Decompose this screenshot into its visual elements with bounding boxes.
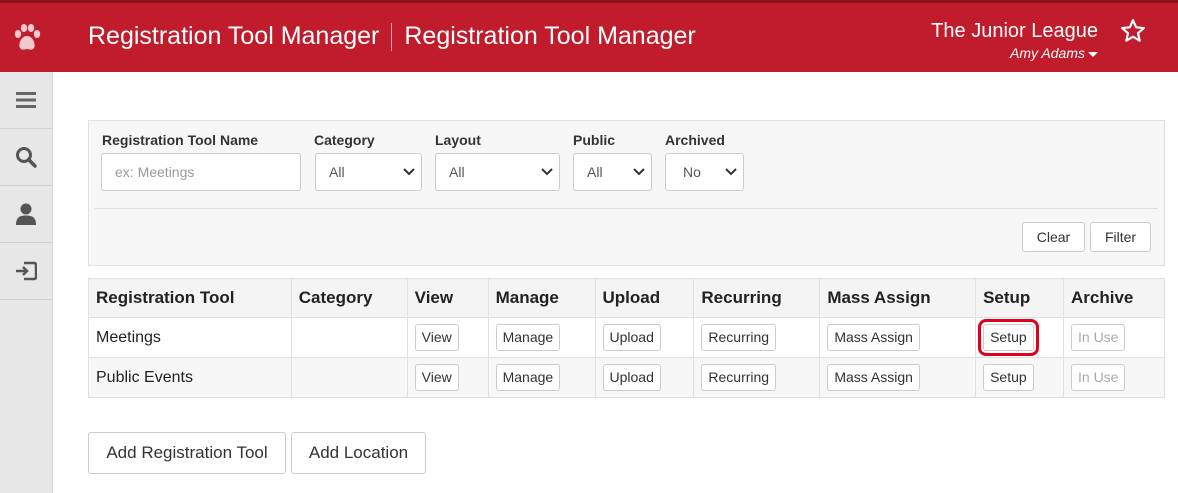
column-header: Archive [1063, 278, 1165, 318]
column-header: Category [290, 278, 408, 318]
archived-filter-label: Archived [665, 132, 725, 148]
column-header: View [406, 278, 489, 318]
page-subtitle: Registration Tool Manager [404, 22, 696, 50]
public-filter-label: Public [573, 132, 616, 148]
setup-button[interactable]: Setup [983, 364, 1034, 391]
archived-select[interactable]: No [665, 153, 744, 191]
layout-select[interactable]: All [435, 153, 560, 191]
clear-button[interactable]: Clear [1022, 222, 1085, 252]
sidebar-item-menu[interactable] [0, 72, 52, 129]
view-button[interactable]: View [414, 364, 459, 391]
upload-button[interactable]: Upload [602, 364, 661, 391]
category-cell [290, 317, 408, 358]
category-select-value: All [329, 164, 345, 180]
public-select[interactable]: All [573, 153, 652, 191]
user-menu[interactable]: Amy Adams [931, 45, 1098, 61]
add-location-button[interactable]: Add Location [291, 432, 426, 474]
top-bar: Registration Tool Manager Registration T… [0, 0, 1178, 72]
recurring-button[interactable]: Recurring [701, 364, 777, 391]
chevron-down-icon [633, 168, 645, 176]
org-name: The Junior League [931, 20, 1098, 42]
paw-logo-icon[interactable] [0, 3, 53, 72]
chevron-down-icon [541, 168, 553, 176]
view-button[interactable]: View [414, 324, 459, 351]
mass-assign-button[interactable]: Mass Assign [827, 324, 920, 351]
sidebar [0, 72, 53, 493]
star-icon[interactable] [1120, 18, 1146, 49]
filter-button[interactable]: Filter [1090, 222, 1151, 252]
table-header-row: Registration Tool Category View Manage U… [88, 278, 1165, 318]
tool-name-cell: Public Events [88, 357, 292, 398]
column-header: Upload [594, 278, 695, 318]
sidebar-item-search[interactable] [0, 129, 52, 186]
menu-icon [16, 92, 36, 108]
upload-button[interactable]: Upload [602, 324, 661, 351]
page-title: Registration Tool Manager [88, 22, 380, 50]
in-use-button: In Use [1071, 364, 1126, 391]
title-divider [391, 22, 393, 51]
user-icon [16, 203, 36, 225]
column-header: Mass Assign [819, 278, 977, 318]
name-filter-placeholder: ex: Meetings [115, 164, 195, 180]
layout-filter-label: Layout [435, 132, 481, 148]
filter-panel: Registration Tool Name ex: Meetings Cate… [88, 120, 1165, 266]
column-header: Manage [487, 278, 596, 318]
recurring-button[interactable]: Recurring [701, 324, 777, 351]
search-icon [16, 147, 37, 168]
caret-down-icon [1088, 51, 1098, 57]
manage-button[interactable]: Manage [495, 324, 561, 351]
chevron-down-icon [725, 168, 737, 176]
chevron-down-icon [403, 168, 415, 176]
table-row: Public Events View Manage Upload Recurri… [88, 357, 1165, 398]
column-header: Setup [975, 278, 1064, 318]
user-name: Amy Adams [1010, 45, 1085, 61]
tool-name-cell: Meetings [88, 317, 292, 358]
public-select-value: All [587, 164, 603, 180]
category-cell [290, 357, 408, 398]
name-filter-input[interactable]: ex: Meetings [101, 153, 301, 191]
page-titles: Registration Tool Manager Registration T… [88, 22, 696, 51]
column-header: Recurring [693, 278, 821, 318]
category-select[interactable]: All [315, 153, 422, 191]
filter-divider [95, 208, 1158, 209]
mass-assign-button[interactable]: Mass Assign [827, 364, 920, 391]
add-registration-tool-button[interactable]: Add Registration Tool [88, 432, 286, 474]
login-icon [16, 261, 37, 281]
category-filter-label: Category [314, 132, 375, 148]
table-row: Meetings View Manage Upload Recurring Ma… [88, 317, 1165, 358]
column-header: Registration Tool [88, 278, 292, 318]
layout-select-value: All [449, 164, 465, 180]
sidebar-item-login[interactable] [0, 243, 52, 300]
setup-button[interactable]: Setup [978, 319, 1039, 356]
sidebar-item-user[interactable] [0, 186, 52, 243]
manage-button[interactable]: Manage [495, 364, 561, 391]
name-filter-label: Registration Tool Name [102, 132, 259, 148]
in-use-button: In Use [1071, 324, 1126, 351]
archived-select-value: No [683, 164, 701, 180]
registration-tools-table: Registration Tool Category View Manage U… [88, 278, 1165, 398]
org-info: The Junior League Amy Adams [931, 20, 1098, 61]
